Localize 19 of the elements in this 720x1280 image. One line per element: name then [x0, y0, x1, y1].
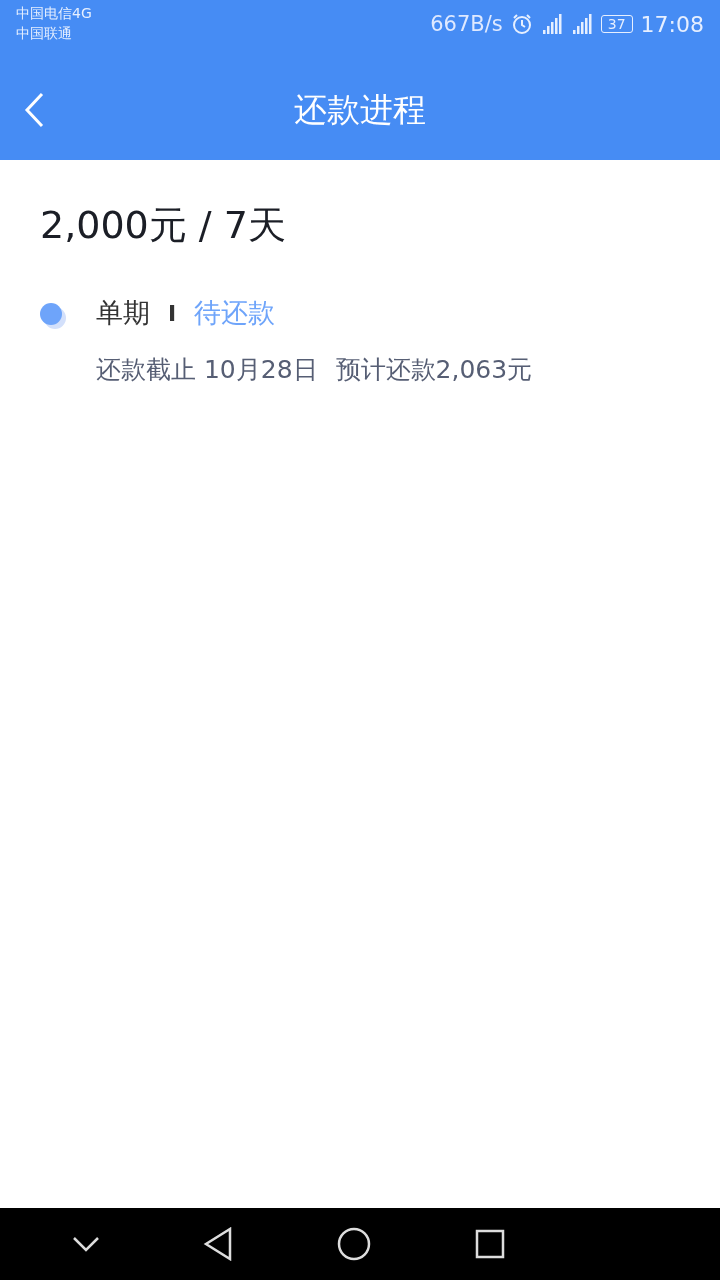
alarm-icon — [510, 13, 533, 35]
home-button[interactable] — [337, 1227, 371, 1261]
expected-amount: 预计还款2,063元 — [335, 354, 533, 386]
battery-level: 37 — [600, 15, 633, 33]
separator: I — [168, 300, 177, 326]
term-label: 单期 — [96, 296, 150, 330]
collapse-button[interactable] — [71, 1236, 100, 1252]
network-speed: 667B/s — [430, 12, 503, 36]
signal-icon — [540, 12, 563, 36]
loan-summary: 2,000元 / 7天 — [40, 202, 287, 249]
signal-icon — [570, 12, 593, 36]
repayment-status: 待还款 — [194, 296, 276, 330]
clock-time: 17:08 — [640, 11, 704, 37]
back-nav-button[interactable] — [203, 1227, 234, 1261]
recents-button[interactable] — [474, 1229, 505, 1259]
deadline-text: 还款截止 10月28日 — [96, 354, 318, 386]
page-title: 还款进程 — [294, 88, 426, 131]
carrier-name: 中国联通 — [16, 25, 73, 43]
carrier-name: 中国电信4G — [16, 5, 92, 23]
